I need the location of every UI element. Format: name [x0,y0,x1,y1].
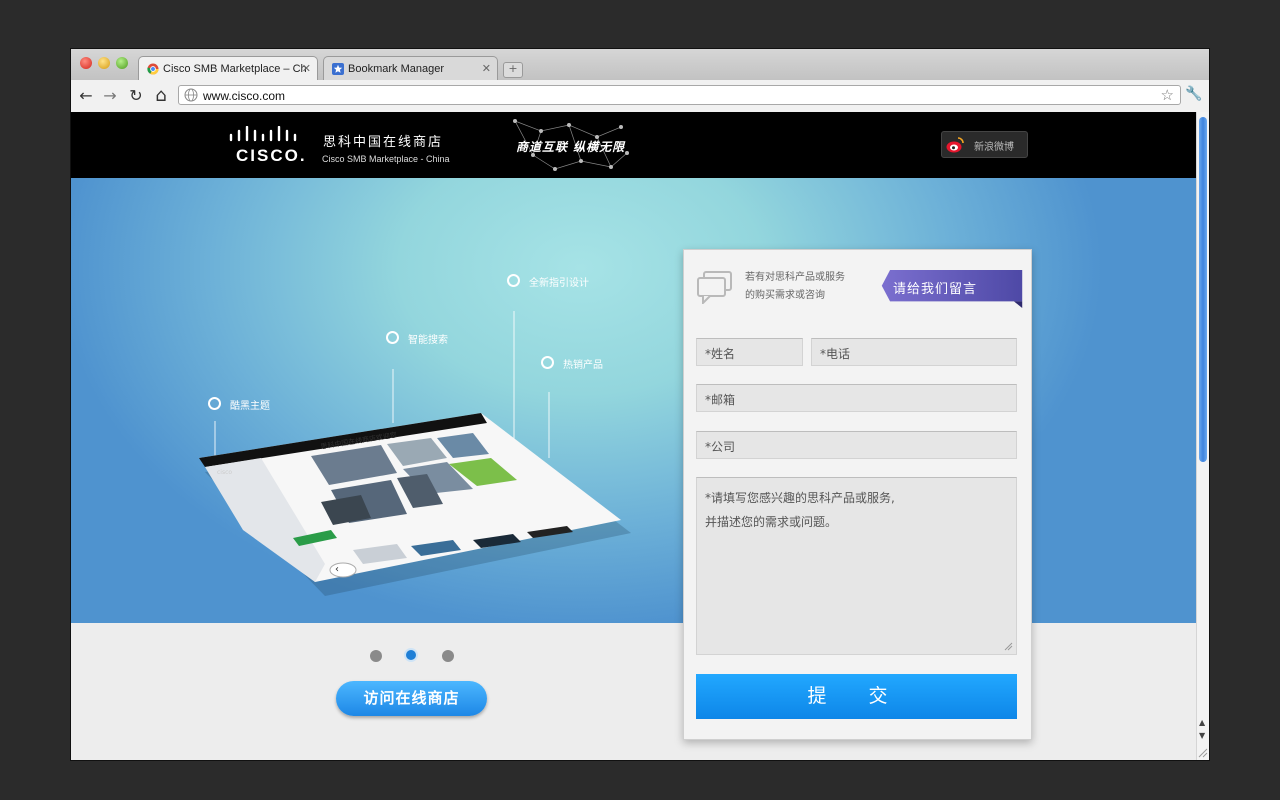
browser-toolbar: ← → ↻ ⌂ www.cisco.com ☆ 🔧 [71,80,1209,113]
zoom-window-button[interactable] [116,57,128,69]
message-placeholder-line: 并描述您的需求或问题。 [705,515,838,529]
chat-bubbles-icon [697,271,732,304]
weibo-icon [946,137,964,153]
email-field[interactable]: *邮箱 [696,384,1017,412]
tab-strip: Cisco SMB Marketplace – Ch ✕ Bookmark Ma… [71,49,1209,80]
svg-text:cisco: cisco [217,469,232,476]
close-window-button[interactable] [80,57,92,69]
phone-field[interactable]: *电话 [811,338,1017,366]
browser-window: Cisco SMB Marketplace – Ch ✕ Bookmark Ma… [71,49,1209,760]
resize-grip-icon[interactable] [1003,641,1013,651]
store-name-cn: 思科中国在线商店 [323,135,444,150]
tab-title: Cisco SMB Marketplace – Ch [163,63,307,75]
minimize-window-button[interactable] [98,57,110,69]
close-tab-icon[interactable]: ✕ [482,62,491,75]
store-name-en: Cisco SMB Marketplace - China [322,154,450,164]
leave-message-label: 请给我们留言 [893,282,978,297]
message-textarea[interactable]: *请填写您感兴趣的思科产品或服务, 并描述您的需求或问题。 [696,477,1017,655]
form-intro-line: 的购买需求或咨询 [745,290,825,301]
bookmark-star-icon[interactable]: ☆ [1161,86,1174,104]
tab-title: Bookmark Manager [348,63,444,75]
scrollbar-thumb[interactable] [1199,117,1207,462]
company-field[interactable]: *公司 [696,431,1017,459]
window-resize-grip-icon[interactable] [1197,747,1208,758]
cisco-logo-icon [229,126,297,142]
chrome-icon [147,63,159,75]
url-text: www.cisco.com [203,89,286,103]
slogan-text: 商道互联 纵横无限 [516,140,626,154]
carousel-dot[interactable] [442,650,454,662]
wrench-menu-icon[interactable]: 🔧 [1185,86,1203,104]
cisco-logo-text: CISCO. [236,146,307,165]
message-placeholder-line: *请填写您感兴趣的思科产品或服务, [705,491,895,505]
website-mockup-image: cisco 思科中国在线商店欢迎您 ‹ [199,311,631,596]
close-tab-icon[interactable]: ✕ [302,62,311,75]
web-page: CISCO. 思科中国在线商店 Cisco SMB Marketplace - … [71,112,1196,760]
carousel-dot-active[interactable] [404,648,418,662]
visit-store-button[interactable]: 访问在线商店 [336,681,487,716]
form-intro: 若有对思科产品或服务 的购买需求或咨询 [745,269,845,305]
svg-text:‹: ‹ [335,564,339,575]
new-tab-button[interactable]: + [503,62,523,78]
home-button[interactable]: ⌂ [151,86,171,106]
back-button[interactable]: ← [76,86,96,106]
weibo-label: 新浪微博 [974,142,1014,153]
contact-form: 若有对思科产品或服务 的购买需求或咨询 请给我们留言 *姓名 *电话 *邮箱 *… [683,249,1032,740]
tab-bookmark-manager[interactable]: Bookmark Manager ✕ [323,56,498,80]
forward-button[interactable]: → [100,86,120,106]
submit-button[interactable]: 提 交 [696,674,1017,719]
globe-icon [184,88,198,102]
form-intro-line: 若有对思科产品或服务 [745,272,845,283]
vertical-scrollbar[interactable]: ▲ ▼ [1196,112,1209,760]
scroll-down-icon[interactable]: ▼ [1199,731,1205,740]
weibo-button[interactable]: 新浪微博 [941,131,1028,158]
reload-button[interactable]: ↻ [126,86,146,106]
carousel-dot[interactable] [370,650,382,662]
tab-cisco-marketplace[interactable]: Cisco SMB Marketplace – Ch ✕ [138,56,318,80]
bookmark-star-icon [332,63,344,75]
scroll-up-icon[interactable]: ▲ [1199,718,1205,727]
address-bar[interactable]: www.cisco.com ☆ [178,85,1181,105]
site-header: CISCO. 思科中国在线商店 Cisco SMB Marketplace - … [71,112,1196,178]
name-field[interactable]: *姓名 [696,338,803,366]
